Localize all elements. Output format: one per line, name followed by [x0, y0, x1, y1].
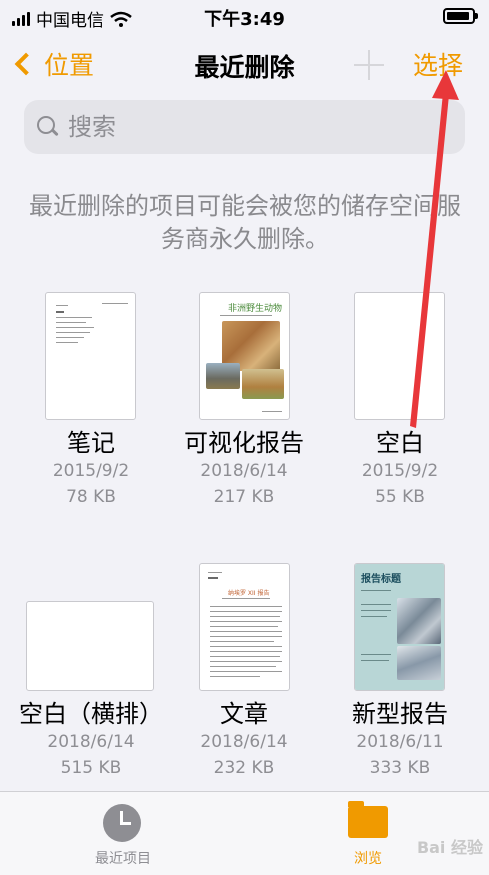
document-name: 空白 — [376, 429, 424, 457]
architecture-photo — [397, 598, 441, 644]
document-size: 55 KB — [375, 487, 425, 507]
document-name: 可视化报告 — [184, 429, 304, 457]
document-size: 232 KB — [213, 758, 275, 778]
document-item-blank[interactable]: 空白 2015/9/2 55 KB — [320, 292, 480, 510]
document-thumbnail-area: 纳埃罗 XII 报告 — [164, 563, 324, 693]
architecture-photo — [397, 646, 441, 680]
document-date: 2018/6/14 — [200, 461, 288, 481]
document-thumbnail-area — [320, 292, 480, 422]
navigation-bar: 位置 最近删除 选择 — [0, 34, 489, 96]
document-name: 空白（横排） — [19, 700, 163, 728]
document-thumbnail — [354, 292, 445, 420]
document-thumbnail-area: 报告标题 — [320, 563, 480, 693]
tab-label: 最近项目 — [95, 851, 151, 867]
document-date: 2015/9/2 — [361, 461, 439, 481]
document-item-new-report[interactable]: 报告标题 新型报告 2018/6/11 333 KB — [320, 563, 480, 781]
document-thumbnail: 纳埃罗 XII 报告 — [199, 563, 290, 691]
thumbnail-title: 报告标题 — [361, 574, 401, 585]
search-input[interactable] — [68, 113, 438, 141]
document-item-article[interactable]: 纳埃罗 XII 报告 文章 2018/6/14 232 KB — [164, 563, 324, 781]
document-name: 新型报告 — [352, 700, 448, 728]
document-thumbnail — [26, 601, 154, 691]
status-time: 下午3:49 — [204, 9, 285, 30]
select-button[interactable]: 选择 — [413, 46, 463, 82]
document-size: 515 KB — [60, 758, 122, 778]
status-bar: 中国电信 下午3:49 — [0, 0, 489, 34]
document-size: 78 KB — [66, 487, 116, 507]
elephant-photo — [206, 363, 240, 389]
document-date: 2018/6/11 — [356, 732, 444, 752]
search-bar[interactable] — [24, 100, 465, 154]
tab-recents[interactable]: 最近项目 — [43, 792, 203, 875]
document-date: 2018/6/14 — [47, 732, 135, 752]
tab-bar: 最近项目 浏览 — [0, 791, 489, 875]
document-size: 333 KB — [369, 758, 431, 778]
document-thumbnail: 非洲野生动物 — [199, 292, 290, 420]
watermark: Bai 经验 — [416, 838, 483, 857]
document-date: 2018/6/14 — [200, 732, 288, 752]
document-date: 2015/9/2 — [52, 461, 130, 481]
document-name: 笔记 — [67, 429, 115, 457]
document-item-blank-landscape[interactable]: 空白（横排） 2018/6/14 515 KB — [11, 563, 171, 781]
thumbnail-title: 非洲野生动物 — [228, 304, 283, 314]
giraffes-photo — [242, 369, 284, 399]
document-thumbnail — [45, 292, 136, 420]
deletion-notice: 最近删除的项目可能会被您的储存空间服务商永久删除。 — [29, 192, 461, 253]
document-thumbnail-area — [11, 292, 171, 422]
document-size: 217 KB — [213, 487, 275, 507]
folder-icon — [348, 801, 388, 838]
add-icon[interactable] — [354, 50, 384, 80]
document-item-notes[interactable]: 笔记 2015/9/2 78 KB — [11, 292, 171, 510]
clock-icon — [103, 804, 141, 842]
document-thumbnail: 报告标题 — [354, 563, 445, 691]
search-icon — [36, 115, 60, 139]
battery-icon — [443, 8, 478, 24]
document-item-visual-report[interactable]: 非洲野生动物 可视化报告 2018/6/14 217 KB — [164, 292, 324, 510]
document-name: 文章 — [220, 700, 268, 728]
thumbnail-title: 纳埃罗 XII 报告 — [228, 590, 270, 597]
document-thumbnail-area: 非洲野生动物 — [164, 292, 324, 422]
document-thumbnail-area — [11, 563, 171, 693]
